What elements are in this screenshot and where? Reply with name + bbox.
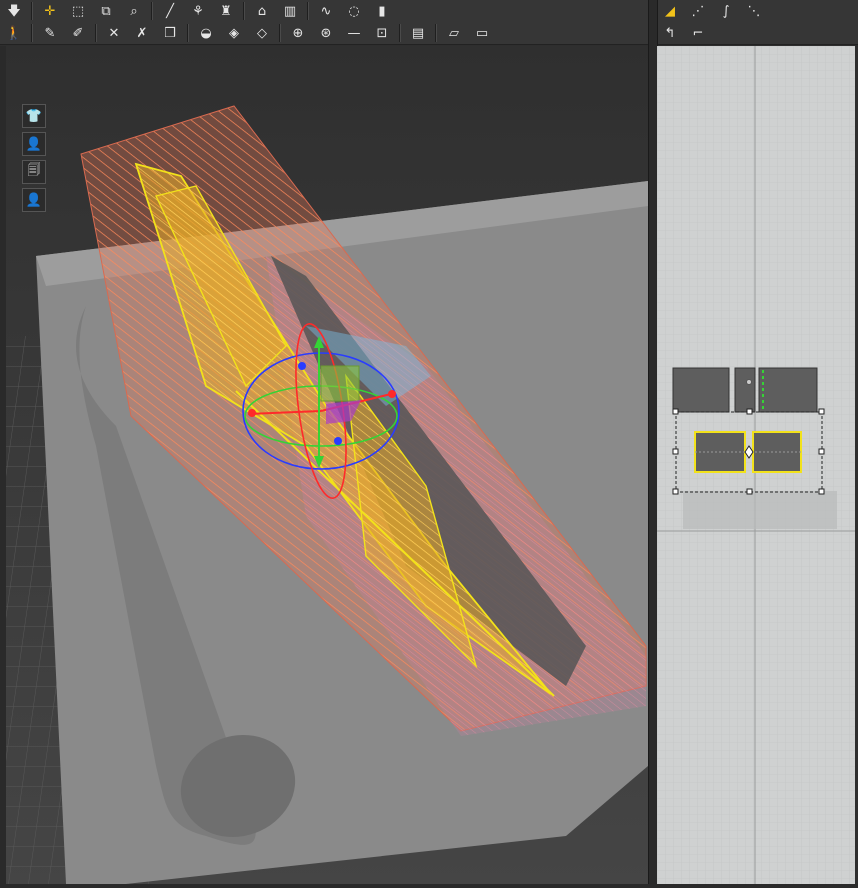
toolbar-separator <box>243 2 245 20</box>
display-toggle-panel: 👕 👤 🗐 👤 <box>22 104 46 212</box>
pattern-canvas[interactable] <box>657 46 855 884</box>
toolbar-separator <box>399 24 401 42</box>
toolbar-separator <box>31 24 33 42</box>
undo-pattern-icon[interactable]: ↰ <box>659 23 681 43</box>
toolbar-separator <box>187 24 189 42</box>
fold-arrange-icon[interactable]: ✗ <box>131 23 153 43</box>
toolbar-2d-top: ◢ ⋰ ∫ ⋱ <box>656 0 858 23</box>
fold-icon[interactable]: ⚘ <box>187 1 209 21</box>
pin-tool-icon[interactable]: ✎ <box>39 23 61 43</box>
line-icon[interactable]: ⊕ <box>287 23 309 43</box>
pattern-display-icon[interactable]: 🗐 <box>22 160 46 184</box>
button-icon[interactable]: ◒ <box>195 23 217 43</box>
viewport-3d[interactable]: 👕 👤 🗐 👤 <box>6 46 648 884</box>
avatar-display-icon[interactable]: 👤 <box>22 132 46 156</box>
tack-icon[interactable]: ⌂ <box>251 1 273 21</box>
ring-icon[interactable]: ◌ <box>343 1 365 21</box>
lock-icon[interactable]: ⊡ <box>371 23 393 43</box>
garment-display-icon[interactable]: 👕 <box>22 104 46 128</box>
toolbar-3d-top: 🡇 ✛ ⬚ ⧉ ⌕ ╱ ⚘ ♜ ⌂ ▥ ∿ ◌ ▮ <box>0 0 648 23</box>
toolbar-separator <box>279 24 281 42</box>
avatar-head-icon[interactable]: 👤 <box>22 188 46 212</box>
rope-icon[interactable]: ∿ <box>315 1 337 21</box>
flat-panel-icon[interactable]: ▤ <box>407 23 429 43</box>
viewport-2d[interactable] <box>657 46 855 884</box>
move-icon[interactable]: ✛ <box>39 1 61 21</box>
toolbar-separator <box>151 2 153 20</box>
bar-icon[interactable]: — <box>343 23 365 43</box>
toolbar-separator <box>95 24 97 42</box>
toolbar-separator <box>435 24 437 42</box>
quilt-icon[interactable]: ◈ <box>223 23 245 43</box>
circle-button-icon[interactable]: ⊛ <box>315 23 337 43</box>
point-handle[interactable] <box>746 379 752 385</box>
arrow-down-icon[interactable]: 🡇 <box>3 1 25 21</box>
toolbar-separator <box>31 2 33 20</box>
pattern-piece-top-mid[interactable] <box>734 367 756 413</box>
flat-board-2-icon[interactable]: ▭ <box>471 23 493 43</box>
edit-point-icon[interactable]: ⋱ <box>743 1 765 21</box>
pattern-piece-top-left[interactable] <box>672 367 730 413</box>
avatar-pose-icon[interactable]: 🚶 <box>3 23 25 43</box>
transform-pattern-icon[interactable]: ⋰ <box>687 1 709 21</box>
zipper-icon[interactable]: ▮ <box>371 1 393 21</box>
seam-icon[interactable]: ◇ <box>251 23 273 43</box>
toolbar-separator <box>307 2 309 20</box>
pin-edit-icon[interactable]: ✐ <box>67 23 89 43</box>
brush-icon[interactable]: ╱ <box>159 1 181 21</box>
pattern-piece-top-right[interactable] <box>758 367 818 413</box>
select-box-icon[interactable]: ⬚ <box>67 1 89 21</box>
pattern-shadow <box>683 491 837 529</box>
garment-icon[interactable]: ♜ <box>215 1 237 21</box>
toolbar-2d-bottom: ↰ ⌐ <box>656 22 858 45</box>
segment-icon[interactable]: ⌐ <box>687 23 709 43</box>
pin-icon[interactable]: ▥ <box>279 1 301 21</box>
flat-board-icon[interactable]: ▱ <box>443 23 465 43</box>
garment-shape-icon[interactable]: ❒ <box>159 23 181 43</box>
transform-box-icon[interactable]: ⧉ <box>95 1 117 21</box>
strap-icon[interactable]: ✕ <box>103 23 125 43</box>
edit-select-icon[interactable]: ⌕ <box>123 1 145 21</box>
curve-point-icon[interactable]: ∫ <box>715 1 737 21</box>
pattern-select-icon[interactable]: ◢ <box>659 1 681 21</box>
window-border <box>0 884 858 888</box>
toolbar-3d-bottom: 🚶 ✎ ✐ ✕ ✗ ❒ ◒ ◈ ◇ ⊕ ⊛ — ⊡ ▤ ▱ ▭ <box>0 22 648 45</box>
scene-3d[interactable] <box>6 46 648 884</box>
